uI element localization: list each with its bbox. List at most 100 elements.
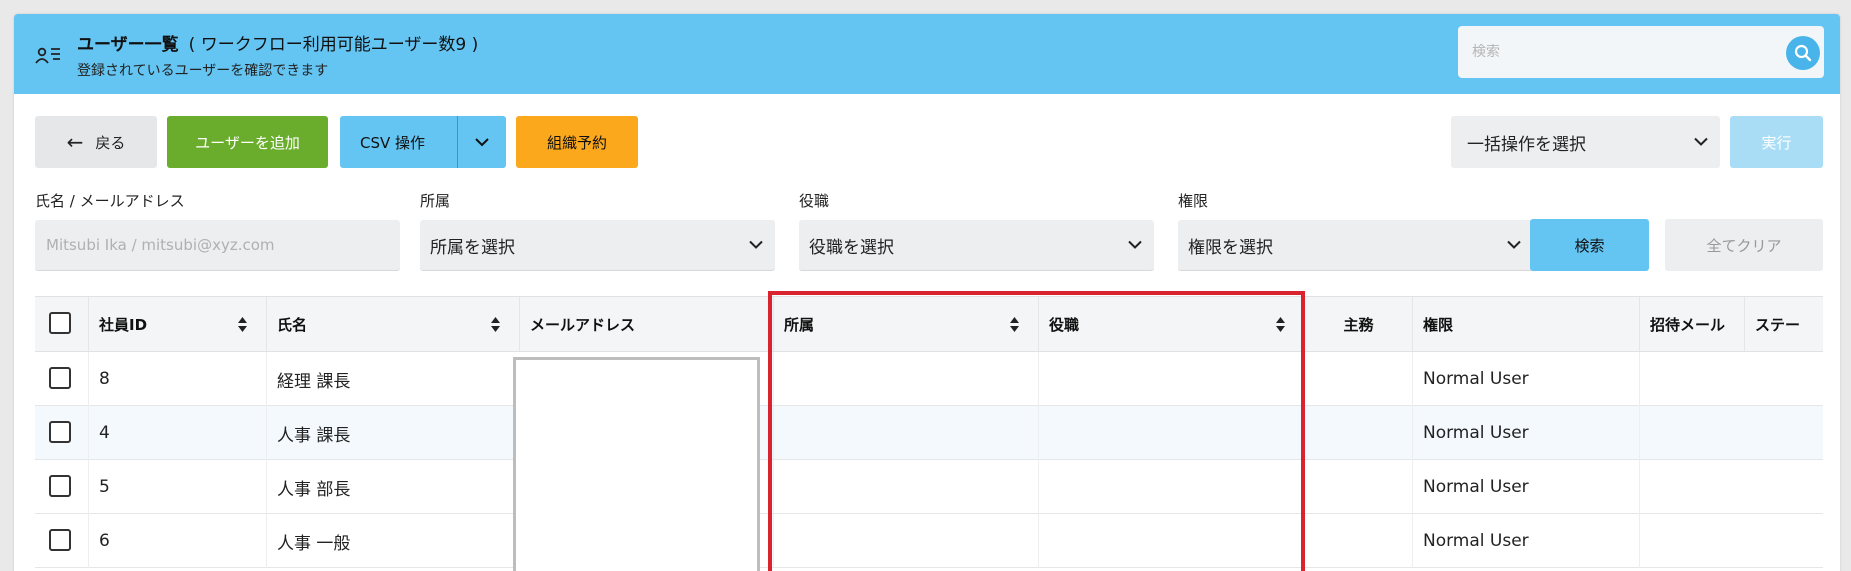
chevron-down-icon bbox=[475, 137, 489, 146]
column-header-primary: 主務 bbox=[1304, 297, 1412, 351]
filter-search-button[interactable]: 検索 bbox=[1530, 219, 1649, 271]
cell-employee-id: 6 bbox=[88, 514, 266, 568]
sort-icon bbox=[491, 317, 500, 332]
table-row[interactable]: 4 人事 課長 Normal User bbox=[35, 406, 1823, 460]
page-description: 登録されているユーザーを確認できます bbox=[77, 63, 329, 79]
cell-name: 経理 課長 bbox=[266, 352, 519, 406]
row-checkbox[interactable] bbox=[49, 475, 71, 497]
back-button[interactable]: ← 戻る bbox=[35, 116, 157, 168]
column-header-status: ステー bbox=[1744, 297, 1823, 351]
filter-search-label: 検索 bbox=[1574, 236, 1605, 255]
clear-all-button[interactable]: 全てクリア bbox=[1665, 219, 1823, 271]
dept-filter-label: 所属 bbox=[420, 192, 451, 210]
bulk-operation-value: 一括操作を選択 bbox=[1467, 134, 1586, 155]
column-header-department[interactable]: 所属 bbox=[773, 297, 1038, 351]
chevron-down-icon bbox=[1507, 240, 1521, 249]
user-list-card: ユーザー一覧 ( ワークフロー利用可能ユーザー数9 ) 登録されているユーザーを確… bbox=[14, 14, 1840, 571]
add-user-label: ユーザーを追加 bbox=[195, 133, 300, 152]
column-header-label: 社員ID bbox=[99, 315, 148, 334]
cell-department bbox=[773, 460, 1038, 514]
column-header-label: 主務 bbox=[1343, 315, 1374, 334]
chevron-down-icon bbox=[749, 240, 763, 249]
table-row[interactable]: 6 人事 一般 Normal User bbox=[35, 514, 1823, 568]
cell-position bbox=[1038, 406, 1304, 460]
cell-department bbox=[773, 406, 1038, 460]
page-title-text: ユーザー一覧 bbox=[77, 35, 179, 55]
cell-permission: Normal User bbox=[1412, 352, 1639, 406]
permission-select-value: 権限を選択 bbox=[1188, 237, 1273, 258]
sort-icon bbox=[1276, 317, 1285, 332]
back-button-label: 戻る bbox=[95, 133, 126, 152]
sort-icon bbox=[238, 317, 247, 332]
dept-select-value: 所属を選択 bbox=[430, 237, 515, 258]
cell-position bbox=[1038, 352, 1304, 406]
bulk-operation-select[interactable]: 一括操作を選択 bbox=[1451, 116, 1720, 168]
column-header-label: 役職 bbox=[1049, 315, 1080, 334]
page-header: ユーザー一覧 ( ワークフロー利用可能ユーザー数9 ) 登録されているユーザーを確… bbox=[14, 14, 1840, 94]
name-email-label: 氏名 / メールアドレス bbox=[35, 192, 185, 210]
chevron-down-icon bbox=[1694, 137, 1708, 146]
position-filter-label: 役職 bbox=[799, 192, 830, 210]
cell-name: 人事 一般 bbox=[266, 514, 519, 568]
execute-button[interactable]: 実行 bbox=[1730, 116, 1823, 168]
cell-employee-id: 8 bbox=[88, 352, 266, 406]
column-header-position[interactable]: 役職 bbox=[1038, 297, 1304, 351]
column-header-label: 所属 bbox=[784, 315, 815, 334]
user-count-text: ( ワークフロー利用可能ユーザー数9 ) bbox=[188, 35, 479, 55]
cell-department bbox=[773, 352, 1038, 406]
column-header-label: 氏名 bbox=[277, 315, 308, 334]
add-user-button[interactable]: ユーザーを追加 bbox=[167, 116, 328, 168]
csv-dropdown-toggle[interactable] bbox=[458, 137, 506, 147]
sort-icon bbox=[1010, 317, 1019, 332]
chevron-down-icon bbox=[1128, 240, 1142, 249]
cell-invite-mail bbox=[1639, 460, 1744, 514]
user-list-icon bbox=[35, 47, 60, 64]
csv-operation-button[interactable]: CSV 操作 bbox=[340, 116, 506, 168]
column-header-label: ステー bbox=[1755, 315, 1801, 334]
csv-operation-label: CSV 操作 bbox=[360, 133, 426, 152]
cell-department bbox=[773, 514, 1038, 568]
header-search-button[interactable] bbox=[1786, 36, 1820, 70]
row-checkbox[interactable] bbox=[49, 367, 71, 389]
page-title: ユーザー一覧 ( ワークフロー利用可能ユーザー数9 ) bbox=[77, 30, 478, 55]
table-header: 社員ID 氏名 メールアドレス 所属 役職 主務 権限 招待メール ステー bbox=[35, 296, 1823, 352]
permission-filter-label: 権限 bbox=[1178, 192, 1209, 210]
table-row[interactable]: 5 人事 部長 Normal User bbox=[35, 460, 1823, 514]
cell-position bbox=[1038, 460, 1304, 514]
dept-select[interactable]: 所属を選択 bbox=[420, 220, 775, 271]
cell-position bbox=[1038, 514, 1304, 568]
arrow-left-icon: ← bbox=[66, 130, 84, 154]
cell-employee-id: 4 bbox=[88, 406, 266, 460]
cell-permission: Normal User bbox=[1412, 406, 1639, 460]
cell-name: 人事 部長 bbox=[266, 460, 519, 514]
column-header-employee-id[interactable]: 社員ID bbox=[88, 297, 266, 351]
name-email-input[interactable] bbox=[35, 220, 400, 271]
org-reserve-button[interactable]: 組織予約 bbox=[516, 116, 638, 168]
column-header-label: 権限 bbox=[1423, 315, 1454, 334]
header-search-input[interactable] bbox=[1472, 36, 1752, 68]
row-checkbox[interactable] bbox=[49, 529, 71, 551]
cell-name: 人事 課長 bbox=[266, 406, 519, 460]
select-all-checkbox[interactable] bbox=[49, 312, 71, 334]
table-row[interactable]: 8 経理 課長 Normal User bbox=[35, 352, 1823, 406]
column-header-permission: 権限 bbox=[1412, 297, 1639, 351]
cell-invite-mail bbox=[1639, 406, 1744, 460]
cell-permission: Normal User bbox=[1412, 514, 1639, 568]
email-redaction-box bbox=[513, 357, 760, 571]
cell-employee-id: 5 bbox=[88, 460, 266, 514]
cell-invite-mail bbox=[1639, 352, 1744, 406]
cell-permission: Normal User bbox=[1412, 460, 1639, 514]
column-header-email: メールアドレス bbox=[519, 297, 773, 351]
column-header-label: メールアドレス bbox=[530, 315, 636, 334]
column-header-invite-mail: 招待メール bbox=[1639, 297, 1744, 351]
clear-all-label: 全てクリア bbox=[1706, 236, 1782, 255]
cell-invite-mail bbox=[1639, 514, 1744, 568]
row-checkbox[interactable] bbox=[49, 421, 71, 443]
position-select-value: 役職を選択 bbox=[809, 237, 894, 258]
position-select[interactable]: 役職を選択 bbox=[799, 220, 1154, 271]
permission-select[interactable]: 権限を選択 bbox=[1178, 220, 1533, 271]
column-header-name[interactable]: 氏名 bbox=[266, 297, 519, 351]
magnifier-icon bbox=[1794, 44, 1812, 62]
column-header-label: 招待メール bbox=[1650, 315, 1726, 334]
org-reserve-label: 組織予約 bbox=[546, 133, 607, 152]
